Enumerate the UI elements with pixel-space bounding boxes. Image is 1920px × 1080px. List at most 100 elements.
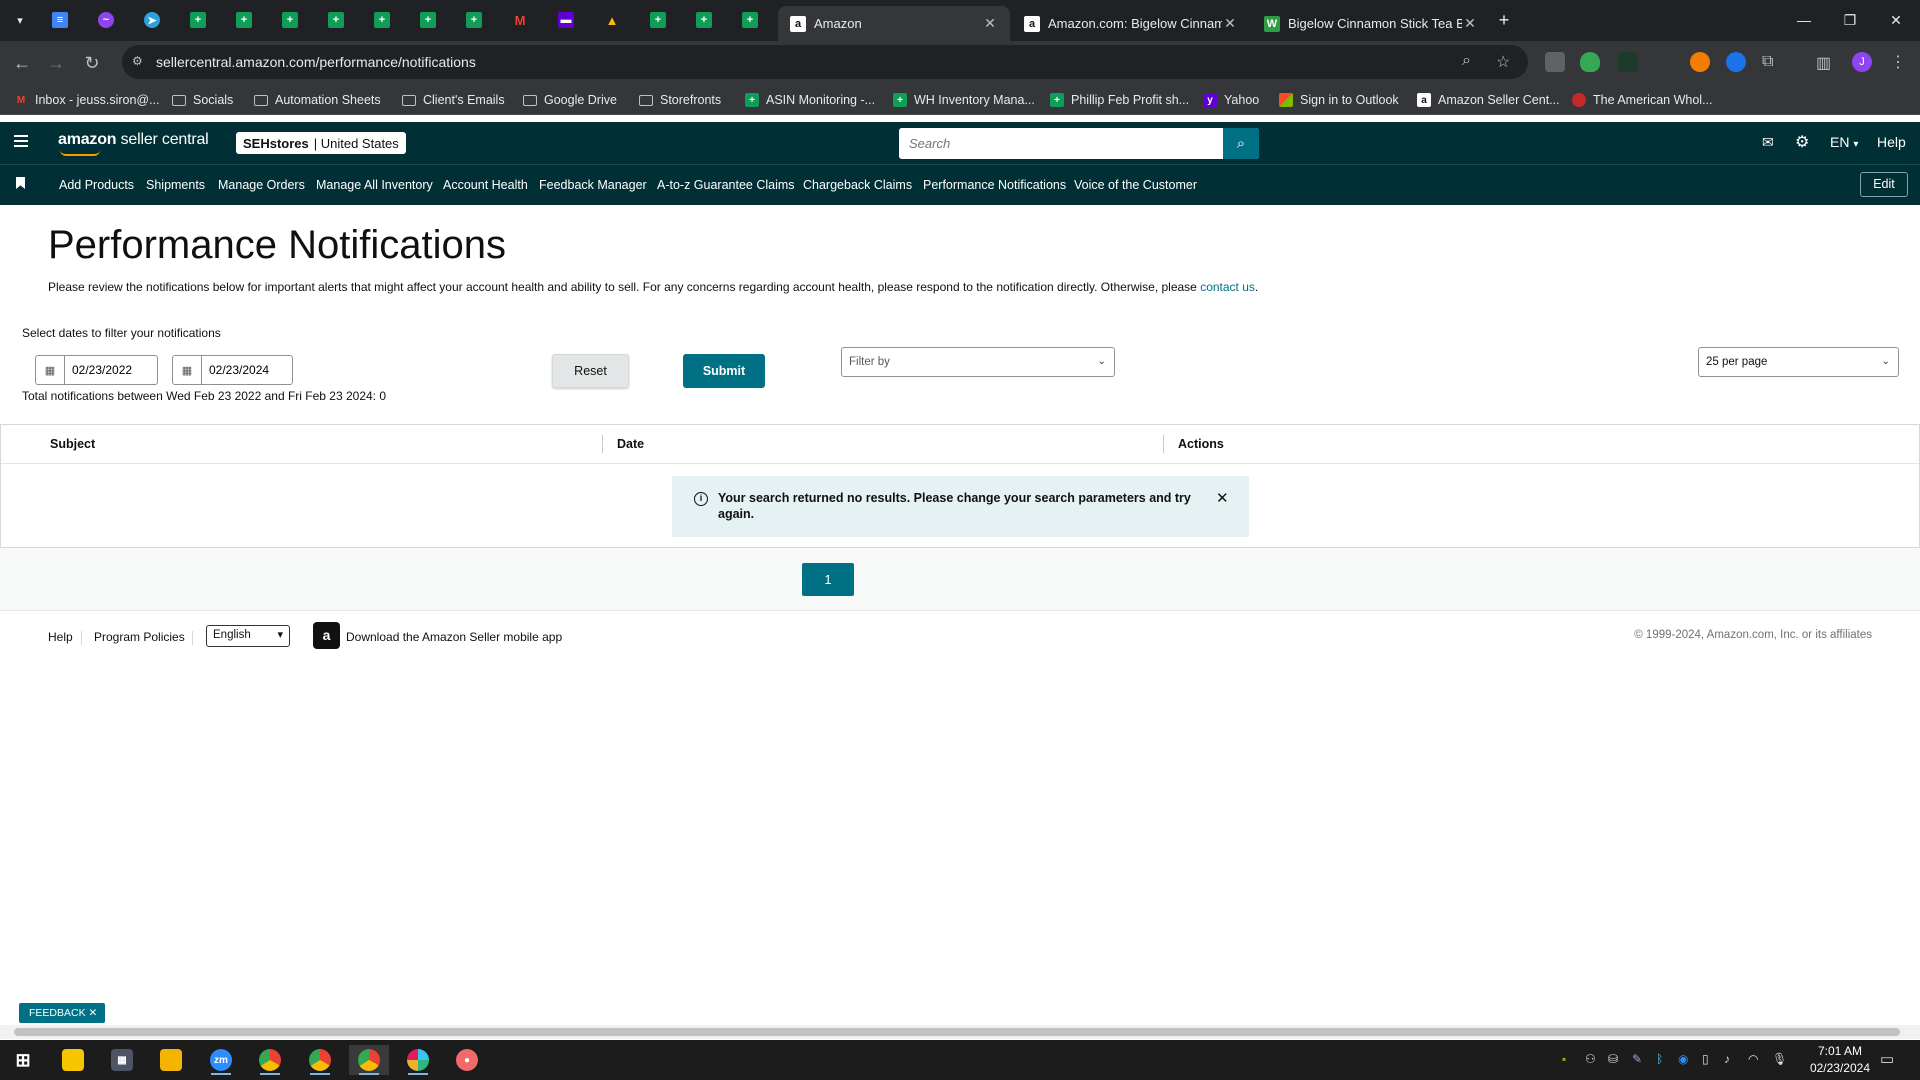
bookmark-storefronts[interactable]: Storefronts bbox=[639, 90, 721, 110]
bookmark-amazon-seller[interactable]: a Amazon Seller Cent... bbox=[1417, 90, 1560, 110]
battery-icon[interactable]: ▯ bbox=[1702, 1052, 1709, 1066]
close-icon[interactable]: ✕ bbox=[89, 1007, 98, 1019]
taskbar-file-explorer[interactable] bbox=[151, 1045, 191, 1075]
filter-by-select[interactable]: Filter by ⌄ bbox=[841, 347, 1115, 377]
bookmark-clients-emails[interactable]: Client's Emails bbox=[402, 90, 505, 110]
bookmark-icon[interactable] bbox=[16, 177, 25, 189]
reload-button[interactable]: ↻ bbox=[78, 49, 106, 77]
pinned-tab-sheets-5[interactable]: + bbox=[368, 8, 396, 32]
language-switcher[interactable]: EN ▾ bbox=[1830, 134, 1858, 150]
pinned-tab-sheets-9[interactable]: + bbox=[690, 8, 718, 32]
volume-icon[interactable]: ♪ bbox=[1724, 1052, 1730, 1066]
gear-icon[interactable]: ⚙ bbox=[1795, 132, 1809, 152]
close-icon[interactable]: ✕ bbox=[1222, 15, 1238, 32]
language-select[interactable]: English ▾ bbox=[206, 625, 290, 647]
per-page-select[interactable]: 25 per page ⌄ bbox=[1698, 347, 1899, 377]
taskbar-sticky-notes[interactable] bbox=[53, 1045, 93, 1075]
forward-button[interactable]: → bbox=[42, 49, 70, 77]
network-share-tray-icon[interactable]: ⛁ bbox=[1608, 1052, 1618, 1066]
start-date-input[interactable] bbox=[65, 356, 155, 384]
bookmark-automation-sheets[interactable]: Automation Sheets bbox=[254, 90, 381, 110]
shield-extension-icon[interactable] bbox=[1580, 52, 1600, 72]
back-button[interactable]: ← bbox=[8, 49, 36, 77]
start-button[interactable]: ⊞ bbox=[3, 1045, 43, 1075]
site-settings-icon[interactable]: ⚙ bbox=[132, 54, 148, 70]
pen-tray-icon[interactable]: ✎ bbox=[1632, 1052, 1642, 1066]
pinned-tab-drive[interactable]: ▲ bbox=[598, 8, 626, 32]
pinned-tab-docs[interactable]: ≡ bbox=[46, 8, 74, 32]
contact-us-link[interactable]: contact us bbox=[1200, 280, 1255, 294]
mail-icon[interactable]: ✉ bbox=[1762, 134, 1774, 151]
more-menu-icon[interactable]: ⋮ bbox=[1890, 52, 1906, 72]
notification-center-icon[interactable]: ▭ bbox=[1880, 1050, 1894, 1068]
close-icon[interactable]: ✕ bbox=[1462, 15, 1478, 32]
search-button[interactable]: ⌕ bbox=[1223, 128, 1259, 159]
taskbar-calculator[interactable]: ▦ bbox=[102, 1045, 142, 1075]
calendar-icon[interactable]: ▦ bbox=[36, 356, 65, 384]
bookmark-phillip-profit[interactable]: + Phillip Feb Profit sh... bbox=[1050, 90, 1189, 110]
pinned-tab-sheets-4[interactable]: + bbox=[322, 8, 350, 32]
bookmark-socials[interactable]: Socials bbox=[172, 90, 233, 110]
help-link[interactable]: Help bbox=[1877, 134, 1906, 150]
new-tab-button[interactable]: + bbox=[1484, 8, 1524, 32]
close-icon[interactable]: ✕ bbox=[982, 15, 998, 32]
orange-extension-icon[interactable] bbox=[1690, 52, 1710, 72]
pinned-tab-sheets-6[interactable]: + bbox=[414, 8, 442, 32]
pinned-tab-telegram[interactable]: ➤ bbox=[138, 8, 166, 32]
keepa-extension-icon[interactable] bbox=[1618, 52, 1638, 72]
bluetooth-icon[interactable]: ᛒ bbox=[1656, 1052, 1663, 1066]
hamburger-menu-icon[interactable] bbox=[14, 135, 28, 147]
nav-manage-all-inventory[interactable]: Manage All Inventory bbox=[316, 178, 433, 192]
zoom-icon[interactable]: ⌕ bbox=[1462, 52, 1471, 70]
pinned-tab-sheets-8[interactable]: + bbox=[644, 8, 672, 32]
seller-central-logo[interactable]: amazon seller central bbox=[58, 131, 209, 156]
tab-bigelow-tea[interactable]: W Bigelow Cinnamon Stick Tea Ba ✕ bbox=[1252, 6, 1490, 41]
nvidia-tray-icon[interactable]: ▪ bbox=[1562, 1052, 1566, 1066]
bookmark-asin-monitoring[interactable]: + ASIN Monitoring -... bbox=[745, 90, 875, 110]
column-subject[interactable]: Subject bbox=[50, 437, 95, 451]
nav-shipments[interactable]: Shipments bbox=[146, 178, 205, 192]
side-panel-icon[interactable]: ▥ bbox=[1816, 53, 1831, 73]
nav-account-health[interactable]: Account Health bbox=[443, 178, 528, 192]
bookmark-american-wholesale[interactable]: The American Whol... bbox=[1572, 90, 1713, 110]
submit-button[interactable]: Submit bbox=[683, 354, 765, 388]
nav-performance-notifications[interactable]: Performance Notifications bbox=[923, 178, 1066, 192]
store-switcher[interactable]: SEHstores | United States bbox=[236, 132, 406, 154]
end-date-input[interactable] bbox=[202, 356, 290, 384]
wifi-icon[interactable]: ◠ bbox=[1748, 1052, 1758, 1066]
pinned-tab-sheets-3[interactable]: + bbox=[276, 8, 304, 32]
nav-voice-of-customer[interactable]: Voice of the Customer bbox=[1074, 178, 1197, 192]
footer-help-link[interactable]: Help bbox=[48, 630, 73, 644]
search-input[interactable] bbox=[899, 128, 1219, 159]
pinned-tab-sheets-2[interactable]: + bbox=[230, 8, 258, 32]
program-policies-link[interactable]: Program Policies bbox=[94, 630, 185, 644]
feedback-button[interactable]: FEEDBACK ✕ bbox=[19, 1003, 106, 1023]
column-date[interactable]: Date bbox=[617, 437, 644, 451]
taskbar-chrome-1[interactable] bbox=[250, 1045, 290, 1075]
edit-nav-button[interactable]: Edit bbox=[1860, 172, 1908, 197]
bookmark-star-icon[interactable]: ☆ bbox=[1496, 52, 1510, 72]
tab-amazon[interactable]: a Amazon ✕ bbox=[778, 6, 1010, 41]
seller-app-icon[interactable]: a bbox=[313, 622, 340, 649]
address-bar[interactable]: ⚙ sellercentral.amazon.com/performance/n… bbox=[122, 45, 1528, 79]
restore-button[interactable]: ❐ bbox=[1830, 8, 1870, 32]
pinned-tab-sheets-7[interactable]: + bbox=[460, 8, 488, 32]
pinned-tab-messenger[interactable]: ~ bbox=[92, 8, 120, 32]
reset-button[interactable]: Reset bbox=[552, 354, 629, 388]
extensions-puzzle-icon[interactable]: ⧉ bbox=[1762, 53, 1773, 71]
nav-a-to-z-claims[interactable]: A-to-z Guarantee Claims bbox=[657, 178, 795, 192]
system-clock[interactable]: 7:01 AM 02/23/2024 bbox=[1810, 1043, 1870, 1077]
pinned-tab-yahoo[interactable]: ▬ bbox=[552, 8, 580, 32]
taskbar-chrome-2[interactable] bbox=[300, 1045, 340, 1075]
taskbar-chrome-3[interactable] bbox=[349, 1045, 389, 1075]
zoom-tray-icon[interactable]: ◉ bbox=[1678, 1052, 1688, 1066]
nav-chargeback-claims[interactable]: Chargeback Claims bbox=[803, 178, 912, 192]
tab-amazon-bigelow[interactable]: a Amazon.com: Bigelow Cinnamo ✕ bbox=[1012, 6, 1250, 41]
close-window-button[interactable]: ✕ bbox=[1876, 8, 1916, 32]
qr-extension-icon[interactable] bbox=[1545, 52, 1565, 72]
microphone-icon[interactable]: 🎙 bbox=[1772, 1052, 1787, 1066]
minimize-button[interactable]: — bbox=[1784, 8, 1824, 32]
taskbar-asana[interactable]: ● bbox=[447, 1045, 487, 1075]
taskbar-zoom[interactable]: zm bbox=[201, 1045, 241, 1075]
page-button-current[interactable]: 1 bbox=[802, 563, 854, 596]
